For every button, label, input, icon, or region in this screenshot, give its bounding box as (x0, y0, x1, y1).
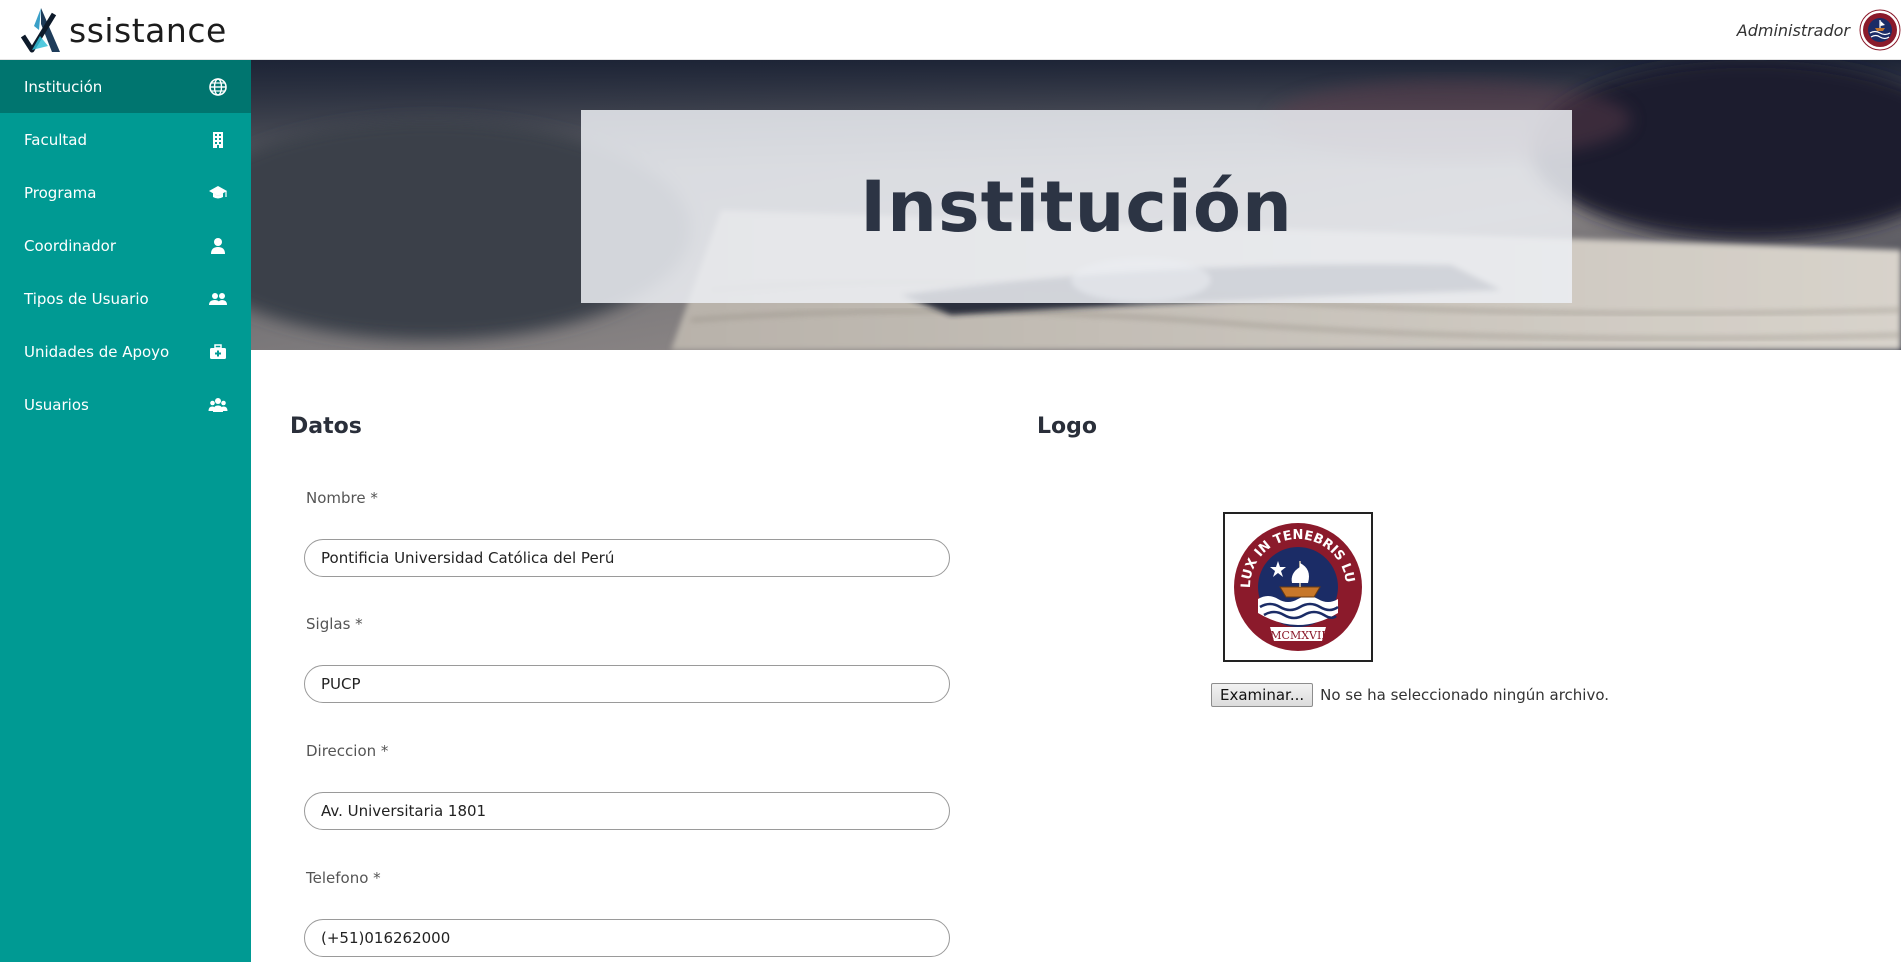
datos-section-title: Datos (290, 414, 362, 439)
globe-icon (209, 78, 227, 96)
top-bar: ssistance Administrador (0, 0, 1901, 60)
svg-text:MCMXVII: MCMXVII (1270, 629, 1325, 642)
page-banner: Institución (251, 60, 1901, 350)
direccion-label: Direccion * (306, 742, 389, 760)
siglas-field[interactable] (304, 665, 950, 703)
institution-logo: ET LUX IN TENEBRIS LUCET MCMXVII (1223, 512, 1373, 662)
user-name: Administrador (1736, 20, 1850, 40)
brand-logo-icon (20, 8, 60, 53)
telefono-field[interactable] (304, 919, 950, 957)
siglas-label: Siglas * (306, 615, 363, 633)
logo-section-title: Logo (1037, 414, 1097, 439)
building-icon (213, 132, 223, 148)
person-icon (211, 238, 225, 254)
sidebar-item-facultad[interactable]: Facultad (0, 113, 251, 166)
avatar[interactable] (1859, 9, 1901, 51)
sidebar-item-label: Coordinador (24, 236, 116, 255)
nombre-field[interactable] (304, 539, 950, 577)
sidebar-item-label: Programa (24, 183, 97, 202)
graduation-cap-icon (209, 186, 227, 199)
brand[interactable]: ssistance (20, 4, 227, 56)
sidebar-item-unidades-de-apoyo[interactable]: Unidades de Apoyo (0, 325, 251, 378)
sidebar-item-coordinador[interactable]: Coordinador (0, 219, 251, 272)
people-icon (209, 293, 227, 305)
sidebar: Institución Facultad Programa Coordinado… (0, 60, 251, 962)
browse-file-button[interactable]: Examinar... (1211, 683, 1314, 707)
sidebar-item-label: Facultad (24, 130, 87, 149)
sidebar-item-label: Usuarios (24, 395, 89, 414)
brand-name: ssistance (69, 10, 227, 50)
sidebar-item-institucion[interactable]: Institución (0, 60, 251, 113)
sidebar-item-label: Tipos de Usuario (24, 289, 149, 308)
sidebar-item-tipos-de-usuario[interactable]: Tipos de Usuario (0, 272, 251, 325)
nombre-label: Nombre * (306, 489, 378, 507)
university-seal-icon: ET LUX IN TENEBRIS LUCET MCMXVII (1228, 517, 1364, 653)
sidebar-item-label: Institución (24, 77, 103, 96)
file-status-text: No se ha seleccionado ningún archivo. (1320, 686, 1610, 704)
banner-title-box: Institución (581, 110, 1572, 303)
page-title: Institución (860, 165, 1293, 248)
telefono-label: Telefono * (306, 869, 381, 887)
medical-kit-icon (210, 344, 226, 359)
direccion-field[interactable] (304, 792, 950, 830)
sidebar-item-label: Unidades de Apoyo (24, 342, 170, 361)
sidebar-item-programa[interactable]: Programa (0, 166, 251, 219)
user-menu[interactable]: Administrador (1737, 6, 1901, 54)
user-group-icon (208, 398, 228, 412)
sidebar-item-usuarios[interactable]: Usuarios (0, 378, 251, 431)
logo-file-picker: Examinar... No se ha seleccionado ningún… (1211, 683, 1609, 707)
